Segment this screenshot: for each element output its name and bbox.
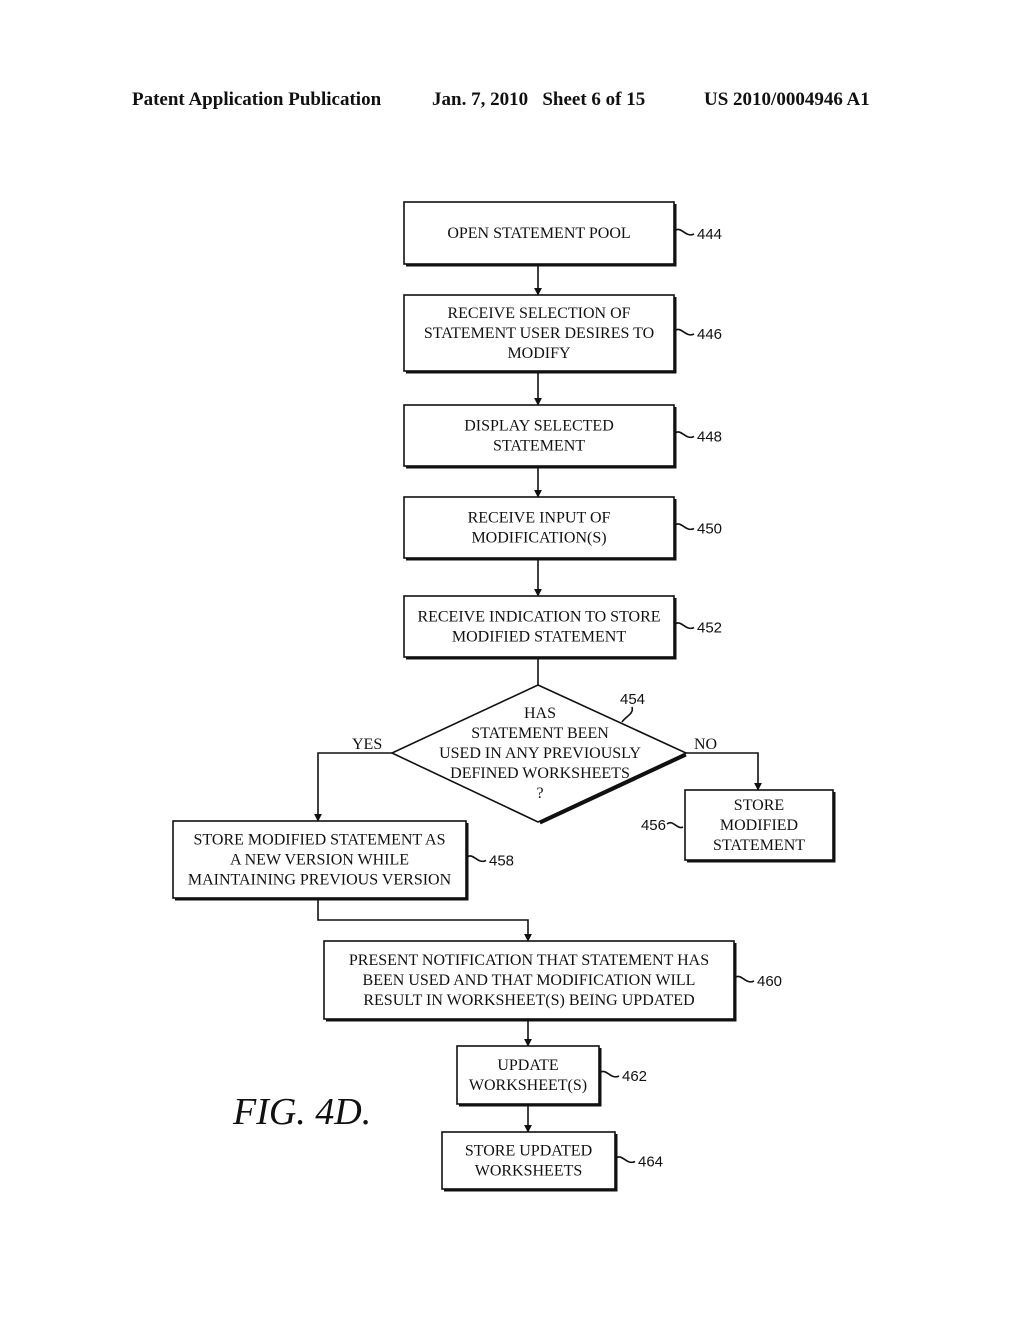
- step-text-line: OPEN STATEMENT POOL: [447, 225, 630, 242]
- step-text-line: PRESENT NOTIFICATION THAT STATEMENT HAS: [349, 952, 709, 969]
- step-text-line: MODIFIED: [720, 817, 798, 834]
- ref-450: 450: [697, 521, 722, 538]
- step-text-line: BEEN USED AND THAT MODIFICATION WILL: [363, 972, 696, 989]
- ref-leader: [675, 431, 695, 439]
- step-text-line: STATEMENT: [713, 837, 805, 854]
- step-458: STORE MODIFIED STATEMENT AS A NEW VERSION…: [172, 820, 514, 901]
- ref-454: 454: [620, 691, 645, 708]
- step-text-line: A NEW VERSION WHILE: [230, 852, 409, 869]
- decision-454: HAS STATEMENT BEEN USED IN ANY PREVIOUSLY D…: [390, 684, 688, 825]
- step-text-line: MAINTAINING PREVIOUS VERSION: [188, 872, 452, 889]
- step-text-line: STORE UPDATED: [465, 1143, 592, 1160]
- ref-464: 464: [638, 1154, 663, 1171]
- ref-leader: [467, 855, 487, 863]
- ref-leader: [675, 328, 695, 336]
- step-box: [403, 496, 675, 559]
- step-text-line: STORE: [734, 797, 784, 814]
- step-text-line: STATEMENT USER DESIRES TO: [424, 325, 654, 342]
- step-text-line: MODIFY: [507, 345, 571, 362]
- step-452: RECEIVE INDICATION TO STORE MODIFIED STAT…: [403, 595, 722, 660]
- step-450: RECEIVE INPUT OF MODIFICATION(S) 450: [403, 496, 722, 561]
- step-text-line: RESULT IN WORKSHEET(S) BEING UPDATED: [363, 992, 694, 1009]
- decision-text-line: USED IN ANY PREVIOUSLY: [439, 745, 641, 762]
- ref-leader: [616, 1156, 636, 1164]
- step-444: OPEN STATEMENT POOL 444: [403, 201, 722, 267]
- ref-462: 462: [622, 1068, 647, 1085]
- ref-452: 452: [697, 620, 722, 637]
- step-box: [441, 1131, 616, 1190]
- step-text-line: RECEIVE INDICATION TO STORE: [417, 609, 660, 626]
- step-text-line: UPDATE: [497, 1057, 558, 1074]
- ref-448: 448: [697, 429, 722, 446]
- ref-460: 460: [757, 973, 782, 990]
- ref-leader: [675, 523, 695, 531]
- decision-text-line: DEFINED WORKSHEETS: [450, 765, 630, 782]
- ref-458: 458: [489, 853, 514, 870]
- step-text-line: STORE MODIFIED STATEMENT AS: [194, 832, 446, 849]
- step-text-line: MODIFICATION(S): [471, 530, 606, 547]
- ref-456: 456: [641, 817, 666, 834]
- ref-leader: [666, 821, 684, 829]
- step-446: RECEIVE SELECTION OF STATEMENT USER DESIR…: [403, 294, 722, 374]
- step-box: [403, 595, 675, 658]
- step-460: PRESENT NOTIFICATION THAT STATEMENT HAS B…: [323, 940, 782, 1022]
- step-text-line: STATEMENT: [493, 438, 585, 455]
- step-text-line: DISPLAY SELECTED: [464, 418, 614, 435]
- decision-text-line: HAS: [524, 705, 556, 722]
- step-text-line: MODIFIED STATEMENT: [452, 629, 626, 646]
- ref-444: 444: [697, 226, 722, 243]
- step-448: DISPLAY SELECTED STATEMENT 448: [403, 404, 722, 469]
- ref-454-leader: [621, 706, 634, 723]
- ref-leader: [735, 975, 755, 983]
- ref-leader: [675, 228, 695, 236]
- step-text-line: WORKSHEETS: [475, 1163, 583, 1180]
- label-no: NO: [694, 736, 717, 753]
- step-text-line: RECEIVE INPUT OF: [468, 510, 611, 527]
- arrow-458-460: [317, 898, 532, 942]
- step-text-line: RECEIVE SELECTION OF: [447, 305, 630, 322]
- ref-leader: [600, 1070, 620, 1078]
- decision-text-line: STATEMENT BEEN: [471, 725, 609, 742]
- arrow-yes-458: [314, 752, 392, 822]
- step-box: [456, 1045, 600, 1105]
- arrow-no-456: [686, 752, 762, 791]
- flowchart: OPEN STATEMENT POOL 444 RECEIVE SELECTION …: [172, 201, 836, 1192]
- step-464: STORE UPDATED WORKSHEETS 464: [441, 1131, 663, 1192]
- ref-leader: [675, 622, 695, 630]
- figure-label: FIG. 4D.: [232, 1091, 371, 1133]
- step-text-line: WORKSHEET(S): [469, 1077, 587, 1094]
- step-box: [403, 404, 675, 467]
- step-456: STORE MODIFIED STATEMENT 456: [641, 789, 836, 863]
- ref-446: 446: [697, 326, 722, 343]
- decision-text-line: ?: [536, 785, 543, 802]
- step-462: UPDATE WORKSHEET(S) 462: [456, 1045, 647, 1107]
- label-yes: YES: [352, 736, 382, 753]
